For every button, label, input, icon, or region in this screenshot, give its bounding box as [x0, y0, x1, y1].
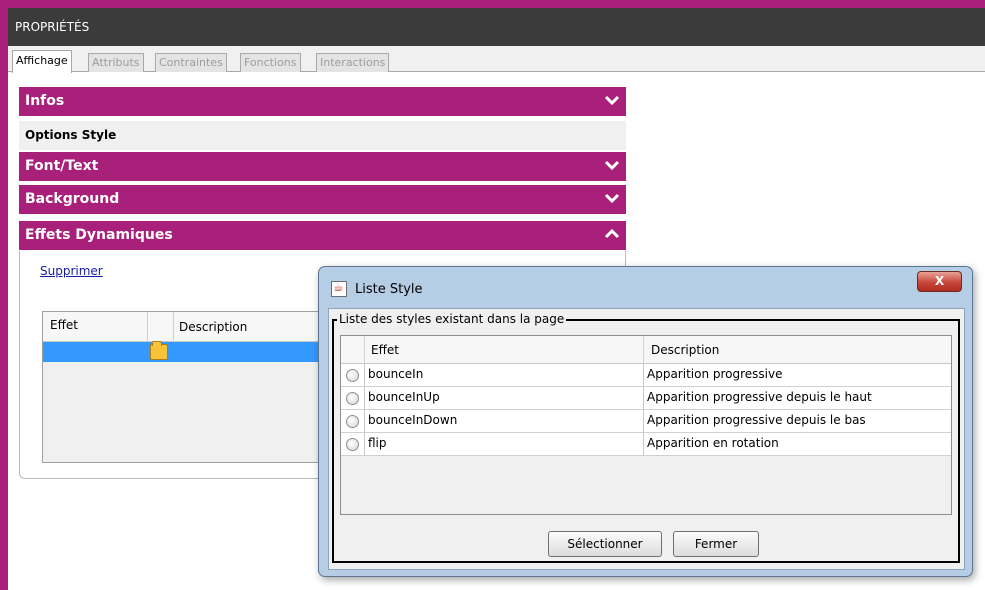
description-cell: Apparition progressive	[643, 364, 953, 387]
row-radio[interactable]	[346, 369, 359, 382]
select-button[interactable]: Sélectionner	[548, 531, 662, 557]
supprimer-link[interactable]: Supprimer	[40, 264, 103, 278]
section-infos-header[interactable]: Infos	[19, 87, 626, 116]
column-divider	[173, 312, 174, 342]
folder-icon[interactable]	[150, 341, 168, 360]
section-background-label: Background	[25, 191, 120, 207]
styles-table: Effet Description bounceIn Apparition pr…	[340, 335, 952, 515]
tab-contraintes[interactable]: Contraintes	[155, 53, 227, 72]
chevron-down-icon	[604, 193, 620, 204]
column-header-effet[interactable]: Effet	[371, 343, 399, 357]
column-divider	[364, 336, 365, 364]
close-button[interactable]: X	[917, 271, 962, 292]
liste-style-dialog: Liste Style X Liste des styles existant …	[318, 266, 973, 577]
description-cell: Apparition progressive depuis le bas	[643, 410, 953, 433]
section-font-text-header[interactable]: Font/Text	[19, 152, 626, 181]
column-header-effet[interactable]: Effet	[50, 318, 78, 332]
row-radio[interactable]	[346, 438, 359, 451]
section-font-text-label: Font/Text	[25, 158, 99, 174]
row-radio[interactable]	[346, 415, 359, 428]
tab-affichage[interactable]: Affichage	[12, 50, 72, 73]
effet-cell: flip	[364, 433, 643, 456]
table-row[interactable]: bounceInUp Apparition progressive depuis…	[341, 387, 951, 410]
table-row[interactable]: bounceIn Apparition progressive	[341, 364, 951, 387]
chevron-up-icon	[604, 228, 620, 239]
column-divider	[643, 336, 644, 364]
panel-title: PROPRIÉTÉS	[8, 8, 985, 46]
column-header-description[interactable]: Description	[651, 343, 719, 357]
table-row[interactable]: flip Apparition en rotation	[341, 433, 951, 456]
effet-cell: bounceInUp	[364, 387, 643, 410]
dialog-title: Liste Style	[355, 282, 423, 297]
dialog-content: Liste des styles existant dans la page E…	[328, 308, 965, 570]
effects-table: Effet Description	[42, 311, 322, 463]
options-style-heading: Options Style	[19, 121, 626, 150]
column-header-description[interactable]: Description	[179, 320, 247, 334]
section-infos-label: Infos	[25, 93, 65, 109]
fermer-button[interactable]: Fermer	[673, 531, 759, 557]
column-divider	[147, 312, 148, 342]
styles-group: Liste des styles existant dans la page E…	[332, 312, 960, 563]
effet-cell: bounceIn	[364, 364, 643, 387]
chevron-down-icon	[604, 160, 620, 171]
tab-bar: Affichage Attributs Contraintes Fonction…	[8, 46, 985, 73]
tab-fonctions[interactable]: Fonctions	[240, 53, 301, 72]
table-row[interactable]: bounceInDown Apparition progressive depu…	[341, 410, 951, 433]
table-row-selected[interactable]	[43, 341, 321, 362]
java-icon	[331, 280, 347, 297]
description-cell: Apparition progressive depuis le haut	[643, 387, 953, 410]
chevron-down-icon	[604, 95, 620, 106]
styles-table-header: Effet Description	[341, 336, 951, 364]
tab-attributs[interactable]: Attributs	[88, 53, 144, 72]
row-radio[interactable]	[346, 392, 359, 405]
effet-cell: bounceInDown	[364, 410, 643, 433]
tab-interactions[interactable]: Interactions	[316, 53, 390, 72]
section-effets-header[interactable]: Effets Dynamiques	[19, 221, 626, 250]
description-cell: Apparition en rotation	[643, 433, 953, 456]
effects-table-header: Effet Description	[43, 312, 321, 342]
section-background-header[interactable]: Background	[19, 185, 626, 214]
section-effets-label: Effets Dynamiques	[25, 227, 173, 243]
styles-group-label: Liste des styles existant dans la page	[337, 312, 567, 326]
